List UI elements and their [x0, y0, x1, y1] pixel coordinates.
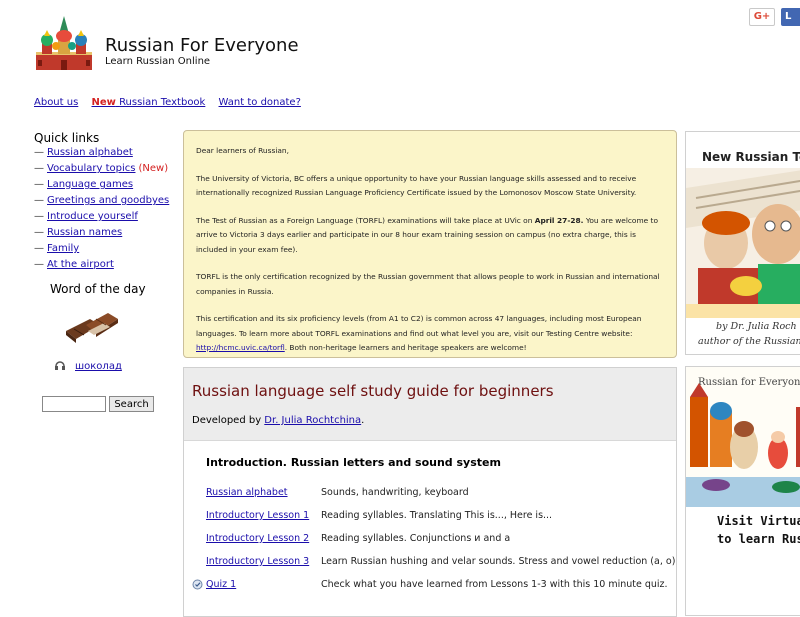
facebook-like-label: L [785, 11, 792, 22]
headphones-icon[interactable] [54, 359, 66, 371]
facebook-like-button[interactable]: L [781, 8, 800, 26]
list-item: — Greetings and goodbyes [34, 195, 170, 206]
lesson-row: Introductory Lesson 3 Learn Russian hush… [184, 556, 678, 576]
nav-textbook-label: Russian Textbook [119, 97, 206, 108]
quick-link-language-games[interactable]: Language games [47, 179, 133, 190]
exam-date: April 27-28. [534, 215, 584, 225]
lesson-description: Reading syllables. Conjunctions и and а [321, 533, 511, 544]
site-title[interactable]: Russian For Everyone [105, 35, 299, 56]
list-item: — Introduce yourself [34, 211, 138, 222]
guide-developed-by: Developed by Dr. Julia Rochtchina. [192, 415, 365, 426]
lesson-link-introductory-3[interactable]: Introductory Lesson 3 [206, 556, 309, 567]
quick-link-vocabulary-topics[interactable]: Vocabulary topics [47, 163, 135, 174]
quick-link-introduce-yourself[interactable]: Introduce yourself [47, 211, 138, 222]
notice-paragraph-4: This certification and its six proficien… [196, 314, 642, 352]
nav-donate[interactable]: Want to donate? [219, 97, 301, 108]
notice-paragraph-3: TORFL is the only certification recogniz… [196, 272, 660, 296]
search-input[interactable] [42, 396, 106, 412]
ad-text-line-1: Visit Virtual [717, 514, 800, 528]
ad-text-line-2: to learn Russ [717, 532, 800, 546]
quick-links-list: — Russian alphabet — Vocabulary topics (New… [34, 146, 169, 274]
quick-link-at-the-airport[interactable]: At the airport [47, 259, 114, 270]
chocolate-image [66, 313, 118, 343]
search-button[interactable]: Search [109, 396, 154, 412]
lesson-link-introductory-1[interactable]: Introductory Lesson 1 [206, 510, 309, 521]
list-item: — Vocabulary topics (New) [34, 163, 169, 174]
lesson-row: Quiz 1 Check what you have learned from … [184, 579, 678, 599]
russian-for-everyone-illustration: Russian for Everyone [686, 367, 800, 507]
list-item: — Language games [34, 179, 134, 190]
nav-russian-textbook[interactable]: New Russian Textbook [91, 97, 205, 108]
top-navigation: About us New Russian Textbook Want to do… [34, 97, 311, 108]
quick-link-family[interactable]: Family [47, 243, 79, 254]
nav-about-us[interactable]: About us [34, 97, 78, 108]
notice-greeting: Dear learners of Russian, [196, 146, 289, 155]
quick-link-greetings[interactable]: Greetings and goodbyes [47, 195, 169, 206]
quick-link-russian-names[interactable]: Russian names [47, 227, 122, 238]
new-badge: New [91, 97, 116, 108]
quiz-icon [192, 579, 203, 590]
lesson-description: Reading syllables. Translating This is..… [321, 510, 553, 521]
new-tag: (New) [138, 163, 169, 174]
word-of-the-day-title: Word of the day [50, 282, 146, 296]
google-plus-button[interactable]: G+ [749, 8, 775, 26]
lesson-description: Learn Russian hushing and velar sounds. … [321, 556, 676, 567]
quick-links-title: Quick links [34, 131, 100, 145]
list-item: — Family [34, 243, 80, 254]
list-item: — Russian names [34, 227, 123, 238]
textbook-illustration [686, 168, 800, 318]
guide-title: Russian language self study guide for be… [192, 382, 554, 400]
section-title: Introduction. Russian letters and sound … [206, 456, 501, 469]
notice-paragraph-2: The Test of Russian as a Foreign Languag… [196, 215, 658, 254]
lesson-link-introductory-2[interactable]: Introductory Lesson 2 [206, 533, 309, 544]
lesson-description: Check what you have learned from Lessons… [321, 579, 668, 590]
textbook-ad[interactable]: New Russian Te by Dr. Julia Roch author … [685, 131, 800, 355]
quick-link-russian-alphabet[interactable]: Russian alphabet [47, 147, 133, 158]
site-subtitle: Learn Russian Online [105, 56, 211, 67]
lesson-row: Russian alphabet Sounds, handwriting, ke… [184, 487, 678, 507]
illustration-caption: Russian for Everyone [698, 377, 800, 388]
lesson-row: Introductory Lesson 2 Reading syllables.… [184, 533, 678, 553]
ad-author-line: author of the Russian F [698, 336, 800, 347]
lesson-link-russian-alphabet[interactable]: Russian alphabet [206, 487, 288, 498]
self-study-guide-panel: Russian language self study guide for be… [183, 367, 677, 617]
guide-header: Russian language self study guide for be… [184, 368, 676, 441]
list-item: — At the airport [34, 259, 114, 270]
lesson-description: Sounds, handwriting, keyboard [321, 487, 469, 498]
ad-title: New Russian Te [702, 150, 800, 164]
ad-byline: by Dr. Julia Roch [716, 321, 797, 332]
word-of-the-day-link[interactable]: шоколад [75, 361, 122, 372]
author-link[interactable]: Dr. Julia Rochtchina [264, 415, 361, 426]
notice-paragraph-1: The University of Victoria, BC offers a … [196, 173, 637, 198]
virtual-tour-ad[interactable]: Russian for Everyone Visit Virtual to le… [685, 366, 800, 616]
st-basil-cathedral-logo[interactable] [32, 12, 96, 72]
torfl-link[interactable]: http://hcmc.uvic.ca/torfl [196, 343, 285, 352]
list-item: — Russian alphabet [34, 147, 133, 158]
quiz-link[interactable]: Quiz 1 [206, 579, 236, 590]
torfl-notice-box: Dear learners of Russian, The University… [183, 130, 677, 358]
lesson-row: Introductory Lesson 1 Reading syllables.… [184, 510, 678, 530]
